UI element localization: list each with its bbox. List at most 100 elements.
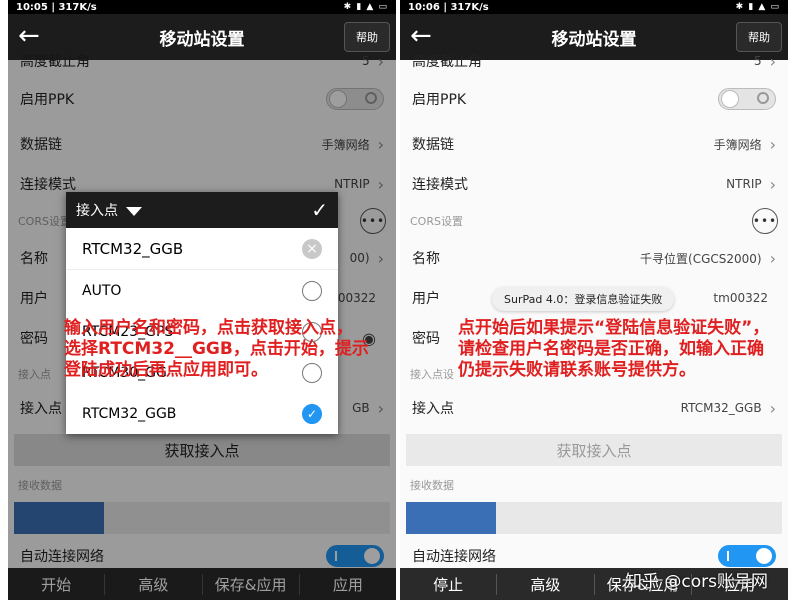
- receive-progress: [406, 502, 782, 534]
- back-arrow-icon[interactable]: ←: [18, 22, 40, 50]
- help-button[interactable]: 帮助: [344, 22, 390, 52]
- user-value: tm00322: [713, 291, 768, 305]
- page-title: 移动站设置: [551, 29, 637, 50]
- start-button[interactable]: 开始: [8, 573, 106, 595]
- status-speed: 317K/s: [58, 1, 97, 13]
- cutoff-value: 5: [361, 54, 370, 68]
- datalink-label: 数据链: [20, 137, 62, 153]
- connmode-label: 连接模式: [412, 177, 468, 193]
- status-bar: 10:05 | 317K/s ✱ ▮ ▲ ▭: [8, 0, 396, 14]
- name-row[interactable]: 名称 千寻位置(CGCS2000) ›: [400, 240, 788, 276]
- receive-progress-fill: [406, 502, 497, 534]
- mount-option[interactable]: RTCM32_GGB ✓: [66, 393, 338, 434]
- cors-section-label: CORS设置: [410, 215, 463, 228]
- status-icons: ✱ ▮ ▲ ▭: [735, 2, 780, 12]
- chevron-right-icon: ›: [769, 248, 776, 268]
- receive-section-label: 接收数据: [410, 479, 454, 492]
- chevron-right-icon: ›: [769, 134, 776, 154]
- fetch-mount-button[interactable]: 获取接入点: [14, 434, 390, 466]
- chevron-right-icon: ›: [769, 51, 776, 71]
- right-screenshot: 10:06 | 317K/s ✱ ▮ ▲ ▭ ← 移动站设置 帮助 高度截止角 …: [400, 0, 788, 600]
- user-value: 00322: [337, 291, 376, 305]
- mount-value: RTCM32_GGB: [680, 401, 762, 415]
- settings-body: 高度截止角 5 › 启用PPK 数据链 手簿网络 › 连接模式 NTRIP › …: [400, 52, 788, 568]
- help-button[interactable]: 帮助: [736, 22, 782, 52]
- cutoff-label: 高度截止角: [412, 54, 482, 70]
- mount-input-value: RTCM32_GGB: [82, 239, 184, 258]
- advanced-button[interactable]: 高级: [497, 573, 595, 595]
- status-time: 10:05: [16, 1, 48, 13]
- connmode-row[interactable]: 连接模式 NTRIP ›: [400, 166, 788, 202]
- chevron-right-icon: ›: [769, 174, 776, 194]
- mount-label: 接入点: [412, 401, 454, 417]
- cutoff-value: 5: [753, 54, 762, 68]
- mount-option-label: AUTO: [82, 282, 122, 299]
- page-title: 移动站设置: [159, 29, 245, 50]
- watermark: 知乎 @cors账号网: [625, 572, 768, 592]
- right-annotation: 点开始后如果提示“登陆信息验证失败”，请检查用户名密码是否正确，如输入正确仍提示…: [458, 318, 770, 380]
- ppk-label: 启用PPK: [412, 92, 467, 108]
- advanced-button[interactable]: 高级: [105, 573, 203, 595]
- cutoff-label: 高度截止角: [20, 54, 90, 70]
- ppk-label: 启用PPK: [20, 92, 75, 108]
- datalink-label: 数据链: [412, 137, 454, 153]
- mount-row[interactable]: 接入点 RTCM32_GGB ›: [400, 390, 788, 426]
- name-label: 名称: [412, 251, 440, 267]
- chevron-right-icon: ›: [377, 51, 384, 71]
- dialog-title: 接入点: [76, 203, 118, 219]
- mount-section-label: 接入点: [18, 368, 51, 381]
- cutoff-row[interactable]: 高度截止角 5 ›: [8, 50, 396, 72]
- confirm-check-icon[interactable]: ✓: [311, 198, 328, 222]
- datalink-row[interactable]: 数据链 手簿网络 ›: [8, 126, 396, 162]
- connmode-value: NTRIP: [726, 177, 762, 191]
- connmode-label: 连接模式: [20, 177, 76, 193]
- name-value: 千寻位置(CGCS2000): [640, 251, 762, 266]
- receive-progress-fill: [14, 502, 105, 534]
- radio-icon[interactable]: [302, 280, 322, 301]
- chevron-right-icon: ›: [377, 174, 384, 194]
- ppk-toggle[interactable]: [326, 88, 384, 110]
- receive-section-label: 接收数据: [18, 479, 62, 492]
- mount-search-input[interactable]: RTCM32_GGB ×: [66, 228, 338, 270]
- status-icons: ✱ ▮ ▲ ▭: [343, 2, 388, 12]
- stop-button[interactable]: 停止: [400, 573, 498, 595]
- chevron-right-icon: ›: [377, 398, 384, 418]
- left-annotation: 输入用户名和密码，点击获取接入点，选择RTCM32__GGB，点击开始，提示登陆…: [64, 318, 369, 380]
- cors-section: CORS设置 •••: [400, 208, 788, 234]
- ppk-row: 启用PPK: [8, 81, 396, 117]
- apply-button[interactable]: 应用: [300, 574, 396, 595]
- back-arrow-icon[interactable]: ←: [410, 22, 432, 50]
- left-screenshot: 10:05 | 317K/s ✱ ▮ ▲ ▭ ← 移动站设置 帮助 高度截止角 …: [8, 0, 396, 600]
- mount-point-dialog: 接入点 ✓ RTCM32_GGB × AUTO RTCM23_GPS RTCM3…: [66, 192, 338, 434]
- receive-progress: [14, 502, 390, 534]
- chevron-right-icon: ›: [769, 398, 776, 418]
- connmode-value: NTRIP: [334, 177, 370, 191]
- auto-connect-label: 自动连接网络: [412, 549, 496, 565]
- status-speed: 317K/s: [450, 1, 489, 13]
- caret-down-icon[interactable]: [126, 206, 142, 216]
- status-bar: 10:06 | 317K/s ✱ ▮ ▲ ▭: [400, 0, 788, 14]
- ppk-row: 启用PPK: [400, 81, 788, 117]
- mount-value: GB: [352, 401, 370, 415]
- cutoff-row[interactable]: 高度截止角 5 ›: [400, 50, 788, 72]
- auto-connect-toggle[interactable]: [718, 545, 776, 567]
- ppk-toggle[interactable]: [718, 88, 776, 110]
- datalink-row[interactable]: 数据链 手簿网络 ›: [400, 126, 788, 162]
- auto-connect-label: 自动连接网络: [20, 549, 104, 565]
- name-value: 00): [349, 251, 370, 265]
- more-icon[interactable]: •••: [752, 208, 778, 234]
- radio-checked-icon[interactable]: ✓: [302, 403, 322, 424]
- receive-section: 接收数据: [8, 474, 396, 496]
- datalink-value: 手簿网络: [713, 137, 762, 152]
- mount-section-label: 接入点设: [410, 368, 454, 381]
- mount-option-label: RTCM32_GGB: [82, 405, 177, 422]
- save-apply-button[interactable]: 保存&应用: [203, 573, 300, 595]
- clear-icon[interactable]: ×: [302, 238, 322, 259]
- more-icon[interactable]: •••: [360, 208, 386, 234]
- chevron-right-icon: ›: [377, 134, 384, 154]
- fetch-mount-button[interactable]: 获取接入点: [406, 434, 782, 466]
- auto-connect-toggle[interactable]: [326, 545, 384, 567]
- mount-option[interactable]: AUTO: [66, 270, 338, 311]
- dialog-header: 接入点 ✓: [66, 192, 338, 228]
- bottom-bar: 开始 高级 保存&应用 应用: [8, 568, 396, 600]
